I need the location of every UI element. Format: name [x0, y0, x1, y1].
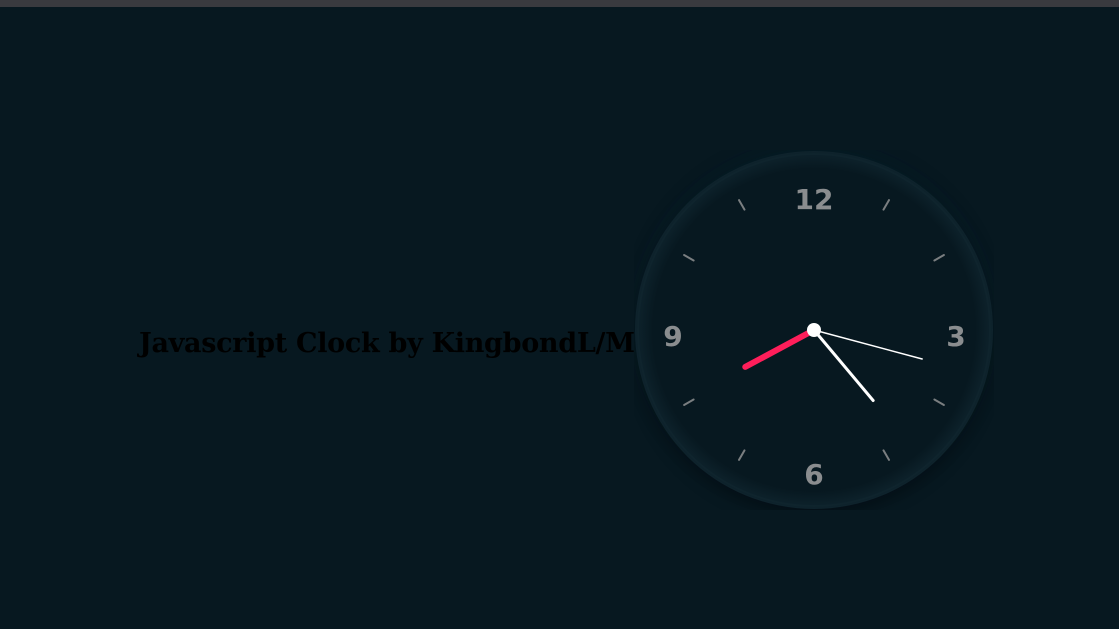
numeral-6: 6 — [804, 458, 823, 491]
numeral-12: 12 — [795, 183, 834, 216]
numeral-3: 3 — [946, 320, 965, 353]
analog-clock: 12 3 6 9 — [634, 150, 994, 510]
numeral-9: 9 — [663, 320, 682, 353]
page-body: Javascript Clock by KingbondL/MS 12 3 6 — [0, 7, 1119, 629]
clock-svg: 12 3 6 9 — [635, 151, 993, 509]
browser-top-bar — [0, 0, 1119, 7]
clock-center-dot — [807, 323, 821, 337]
page-title: Javascript Clock by KingbondL/MS — [139, 328, 654, 359]
